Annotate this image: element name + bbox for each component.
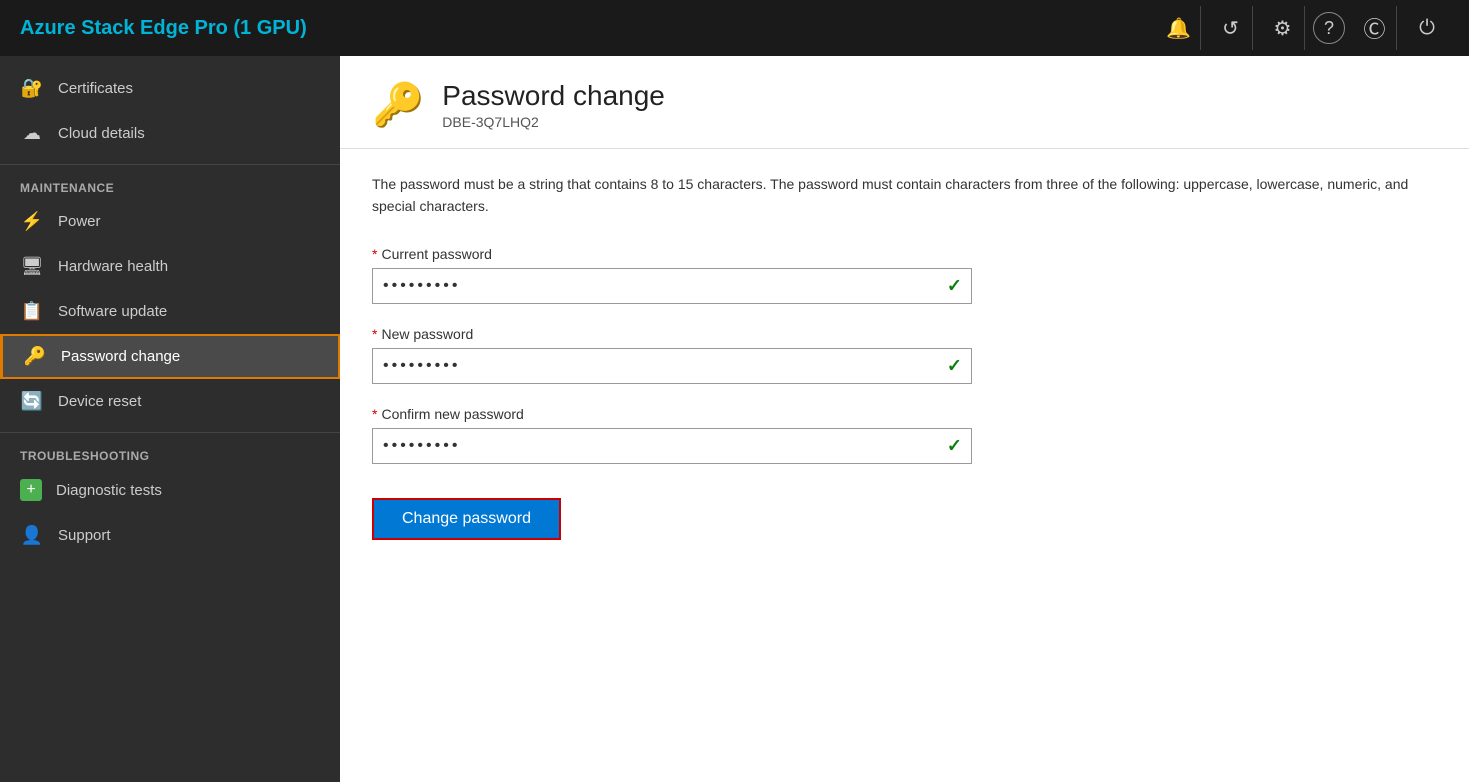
bell-icon[interactable]: 🔔 bbox=[1157, 6, 1201, 50]
confirm-password-input[interactable] bbox=[372, 428, 972, 464]
maintenance-section-label: MAINTENANCE bbox=[0, 164, 340, 199]
sidebar-item-label: Certificates bbox=[58, 80, 133, 97]
current-password-wrapper: ✓ bbox=[372, 268, 972, 304]
confirm-password-checkmark: ✓ bbox=[947, 435, 962, 456]
sidebar-item-label: Password change bbox=[61, 348, 180, 365]
support-icon: 👤 bbox=[20, 525, 44, 546]
sidebar-item-certificates[interactable]: 🔐 Certificates bbox=[0, 66, 340, 111]
sidebar-item-diagnostic-tests[interactable]: + Diagnostic tests bbox=[0, 467, 340, 513]
power-sidebar-icon: ⚡ bbox=[20, 211, 44, 232]
page-header-text: Password change DBE-3Q7LHQ2 bbox=[442, 80, 665, 130]
content-area: 🔑 Password change DBE-3Q7LHQ2 The passwo… bbox=[340, 56, 1469, 782]
password-description: The password must be a string that conta… bbox=[372, 173, 1422, 218]
help-icon[interactable]: ? bbox=[1313, 12, 1345, 44]
topbar-actions: 🔔 ↺ ⚙ ? Ⓒ ⏻ bbox=[1157, 6, 1449, 50]
confirm-password-wrapper: ✓ bbox=[372, 428, 972, 464]
cloud-icon: ☁ bbox=[20, 123, 44, 144]
main-layout: 🔐 Certificates ☁ Cloud details MAINTENAN… bbox=[0, 56, 1469, 782]
required-marker: * bbox=[372, 326, 377, 342]
sidebar-item-cloud-details[interactable]: ☁ Cloud details bbox=[0, 111, 340, 156]
reset-icon: 🔄 bbox=[20, 391, 44, 412]
sidebar-item-label: Power bbox=[58, 213, 101, 230]
current-password-label: * Current password bbox=[372, 246, 1437, 262]
sidebar-item-support[interactable]: 👤 Support bbox=[0, 513, 340, 558]
power-icon[interactable]: ⏻ bbox=[1405, 6, 1449, 50]
refresh-icon[interactable]: ↺ bbox=[1209, 6, 1253, 50]
diagnostic-icon: + bbox=[20, 479, 42, 501]
new-password-input[interactable] bbox=[372, 348, 972, 384]
key-icon: 🔑 bbox=[23, 346, 47, 367]
copyright-icon[interactable]: Ⓒ bbox=[1353, 6, 1397, 50]
sidebar-item-label: Device reset bbox=[58, 393, 141, 410]
new-password-label: * New password bbox=[372, 326, 1437, 342]
sidebar: 🔐 Certificates ☁ Cloud details MAINTENAN… bbox=[0, 56, 340, 782]
sidebar-item-power[interactable]: ⚡ Power bbox=[0, 199, 340, 244]
current-password-input[interactable] bbox=[372, 268, 972, 304]
sidebar-item-label: Diagnostic tests bbox=[56, 482, 162, 499]
sidebar-item-label: Cloud details bbox=[58, 125, 145, 142]
certificates-icon: 🔐 bbox=[20, 78, 44, 99]
current-password-checkmark: ✓ bbox=[947, 275, 962, 296]
change-password-button[interactable]: Change password bbox=[372, 498, 561, 540]
troubleshooting-section-label: TROUBLESHOOTING bbox=[0, 432, 340, 467]
required-marker: * bbox=[372, 246, 377, 262]
sidebar-item-device-reset[interactable]: 🔄 Device reset bbox=[0, 379, 340, 424]
software-icon: 📋 bbox=[20, 301, 44, 322]
new-password-checkmark: ✓ bbox=[947, 355, 962, 376]
app-title: Azure Stack Edge Pro (1 GPU) bbox=[20, 17, 307, 40]
page-key-icon: 🔑 bbox=[372, 81, 424, 130]
required-marker: * bbox=[372, 406, 377, 422]
page-title: Password change bbox=[442, 80, 665, 112]
sidebar-item-hardware-health[interactable]: 🖥 Hardware health bbox=[0, 244, 340, 289]
sidebar-item-label: Software update bbox=[58, 303, 167, 320]
sidebar-item-password-change[interactable]: 🔑 Password change bbox=[0, 334, 340, 379]
settings-icon[interactable]: ⚙ bbox=[1261, 6, 1305, 50]
page-header: 🔑 Password change DBE-3Q7LHQ2 bbox=[340, 56, 1469, 149]
hardware-icon: 🖥 bbox=[20, 256, 44, 277]
current-password-field: * Current password ✓ bbox=[372, 246, 1437, 304]
confirm-password-field: * Confirm new password ✓ bbox=[372, 406, 1437, 464]
topbar: Azure Stack Edge Pro (1 GPU) 🔔 ↺ ⚙ ? Ⓒ ⏻ bbox=[0, 0, 1469, 56]
sidebar-item-label: Support bbox=[58, 527, 111, 544]
page-subtitle: DBE-3Q7LHQ2 bbox=[442, 114, 665, 130]
new-password-wrapper: ✓ bbox=[372, 348, 972, 384]
new-password-field: * New password ✓ bbox=[372, 326, 1437, 384]
confirm-password-label: * Confirm new password bbox=[372, 406, 1437, 422]
sidebar-item-label: Hardware health bbox=[58, 258, 168, 275]
sidebar-item-software-update[interactable]: 📋 Software update bbox=[0, 289, 340, 334]
form-area: The password must be a string that conta… bbox=[340, 149, 1469, 564]
